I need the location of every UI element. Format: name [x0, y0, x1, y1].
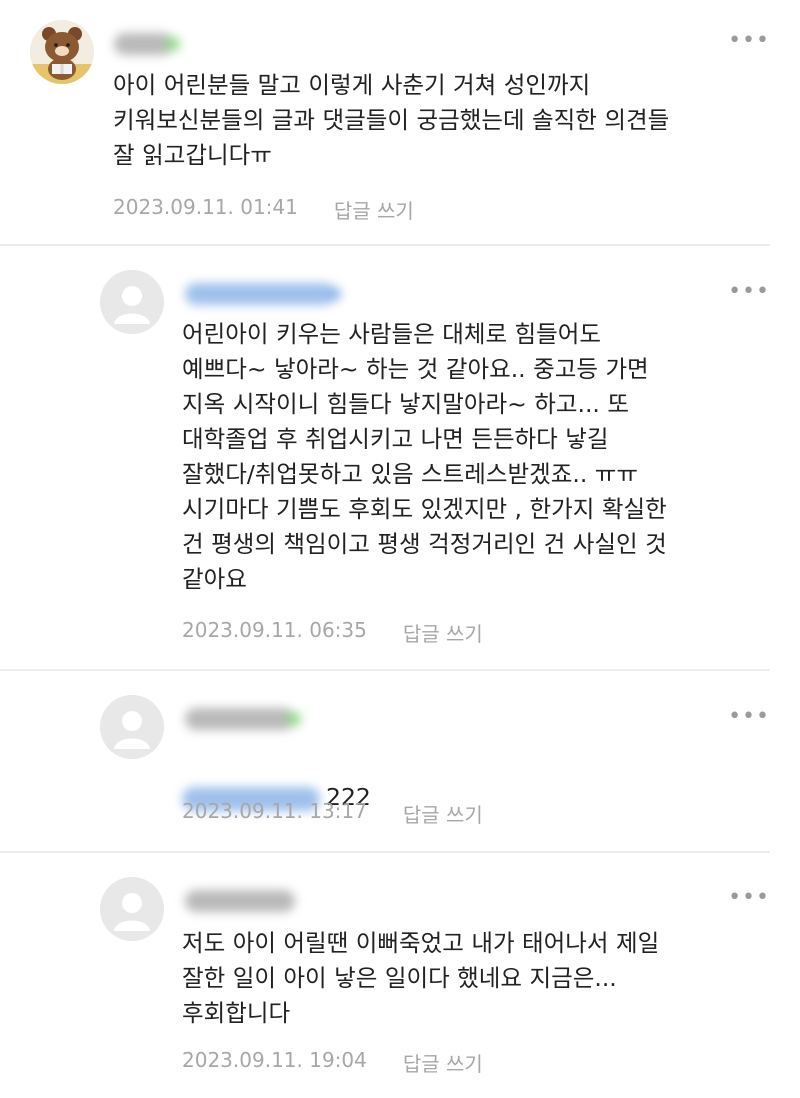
comment-date: 2023.09.11. 06:35: [182, 618, 367, 642]
comment-text: 아이 어린분들 말고 이렇게 사춘기 거쳐 성인까지 키워보신분들의 글과 댓글…: [113, 71, 670, 169]
author-nickname[interactable]: [185, 283, 341, 305]
author-nickname[interactable]: [185, 890, 295, 912]
reply-button[interactable]: 답글 쓰기: [403, 618, 483, 647]
avatar[interactable]: [100, 270, 164, 334]
default-user-icon: [100, 270, 164, 334]
reply-button[interactable]: 답글 쓰기: [334, 195, 414, 224]
comment-date: 2023.09.11. 01:41: [113, 195, 298, 219]
comment-text: 어린아이 키우는 사람들은 대체로 힘들어도 예쁘다~ 낳아라~ 하는 것 같아…: [182, 320, 667, 593]
more-options-icon[interactable]: •••: [728, 30, 770, 52]
more-options-icon[interactable]: •••: [728, 887, 770, 909]
reply-button[interactable]: 답글 쓰기: [403, 1048, 483, 1077]
bear-doll-icon: [30, 20, 94, 84]
more-options-icon[interactable]: •••: [728, 281, 770, 303]
default-user-icon: [100, 877, 164, 941]
author-nickname[interactable]: [185, 708, 301, 730]
avatar[interactable]: [30, 20, 94, 84]
author-nickname[interactable]: [114, 33, 180, 55]
comment-meta: 2023.09.11. 01:41 답글 쓰기: [113, 195, 414, 224]
divider: [0, 669, 770, 671]
comment-date: 2023.09.11. 13:17: [182, 799, 367, 823]
comment-meta: 2023.09.11. 13:17 답글 쓰기: [182, 799, 483, 828]
comment-meta: 2023.09.11. 19:04 답글 쓰기: [182, 1048, 483, 1077]
avatar[interactable]: [100, 877, 164, 941]
default-user-icon: [100, 695, 164, 759]
comment-text: 저도 아이 어릴땐 이뻐죽었고 내가 태어나서 제일 잘한 일이 아이 낳은 일…: [182, 929, 660, 1027]
reply-button[interactable]: 답글 쓰기: [403, 799, 483, 828]
avatar[interactable]: [100, 695, 164, 759]
comment-meta: 2023.09.11. 06:35 답글 쓰기: [182, 618, 483, 647]
divider: [0, 244, 770, 246]
divider: [0, 851, 770, 853]
comment-date: 2023.09.11. 19:04: [182, 1048, 367, 1072]
more-options-icon[interactable]: •••: [728, 706, 770, 728]
